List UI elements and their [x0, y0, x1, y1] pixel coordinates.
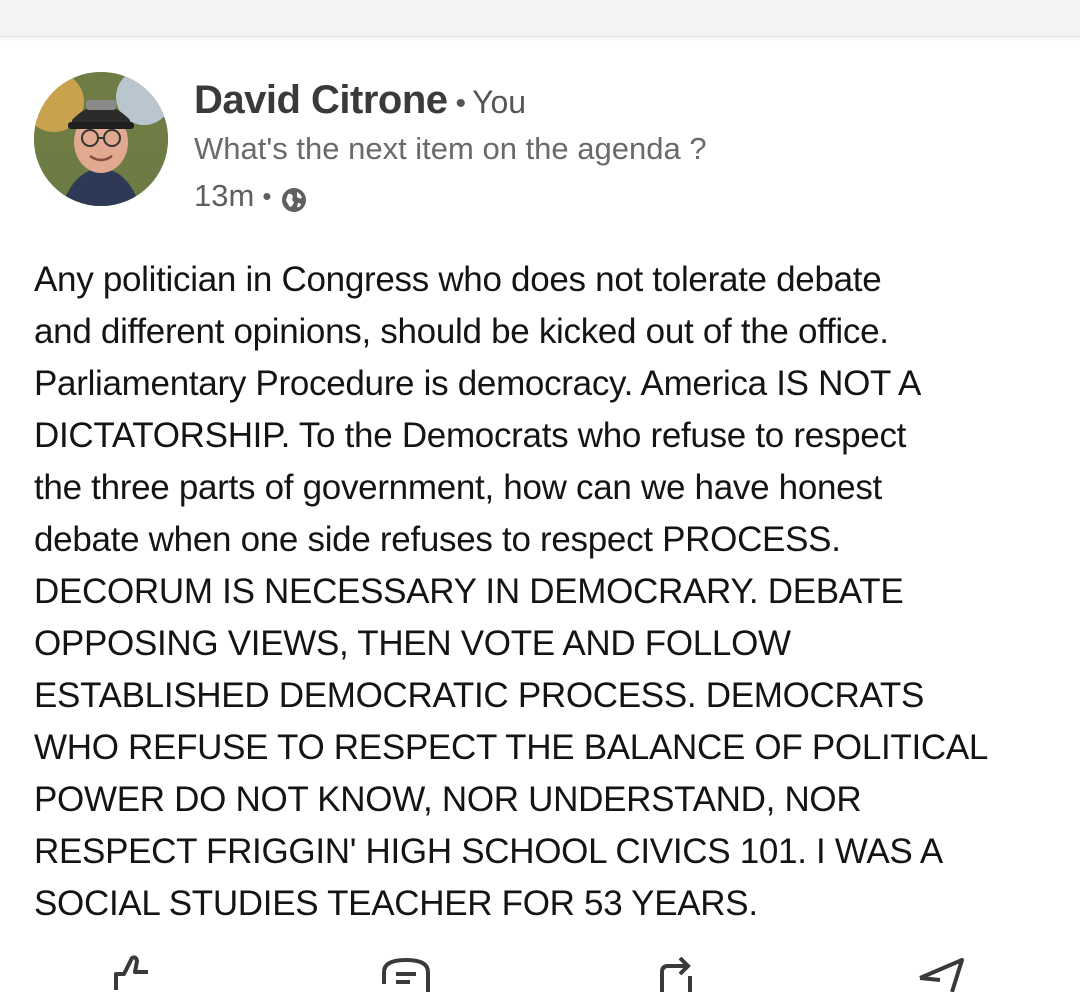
thumbs-up-icon — [114, 955, 148, 990]
avatar-photo — [34, 72, 168, 206]
author-block: David Citrone • You What's the next item o… — [194, 74, 707, 220]
author-separator: • — [455, 87, 467, 120]
post-actions — [0, 948, 1080, 993]
post-text: Any politician in Congress who does not … — [34, 254, 1064, 930]
send-button[interactable] — [912, 952, 972, 993]
comment-button[interactable] — [376, 952, 436, 992]
post-text-line: ESTABLISHED DEMOCRATIC PROCESS. DEMOCRAT… — [34, 676, 925, 715]
post-text-line: DECORUM IS NECESSARY IN DEMOCRARY. DEBAT… — [34, 572, 904, 611]
repost-button[interactable] — [646, 952, 706, 992]
author-line: David Citrone • You — [194, 74, 707, 126]
post-time: 13m — [194, 178, 255, 213]
globe-icon — [279, 181, 309, 212]
post-text-line: DICTATORSHIP. To the Democrats who refus… — [34, 416, 907, 455]
author-headline: What's the next item on the agenda ? — [194, 131, 707, 166]
post-text-line: Parliamentary Procedure is democracy. Am… — [34, 364, 921, 403]
author-name[interactable]: David Citrone — [194, 78, 448, 122]
post-text-line: SOCIAL STUDIES TEACHER FOR 53 YEARS. — [34, 884, 758, 923]
post-meta: 13m • — [194, 172, 707, 220]
post-text-line: the three parts of government, how can w… — [34, 468, 882, 507]
repost-icon — [660, 956, 692, 992]
post-text-line: RESPECT FRIGGIN' HIGH SCHOOL CIVICS 101.… — [34, 832, 943, 871]
post-text-line: debate when one side refuses to respect … — [34, 520, 841, 559]
comment-icon — [382, 957, 430, 992]
post-text-line: WHO REFUSE TO RESPECT THE BALANCE OF POL… — [34, 728, 989, 767]
send-icon — [919, 958, 964, 993]
post-text-line: Any politician in Congress who does not … — [34, 260, 882, 299]
post-header: David Citrone • You What's the next item o… — [34, 72, 1034, 213]
avatar[interactable] — [34, 72, 168, 206]
like-button[interactable] — [104, 952, 164, 992]
post-text-line: and different opinions, should be kicked… — [34, 312, 889, 351]
author-relation: You — [472, 84, 527, 120]
top-bar — [0, 0, 1080, 37]
meta-separator: • — [262, 181, 272, 211]
post-text-line: OPPOSING VIEWS, THEN VOTE AND FOLLOW — [34, 624, 791, 663]
post-text-line: POWER DO NOT KNOW, NOR UNDERSTAND, NOR — [34, 780, 862, 819]
